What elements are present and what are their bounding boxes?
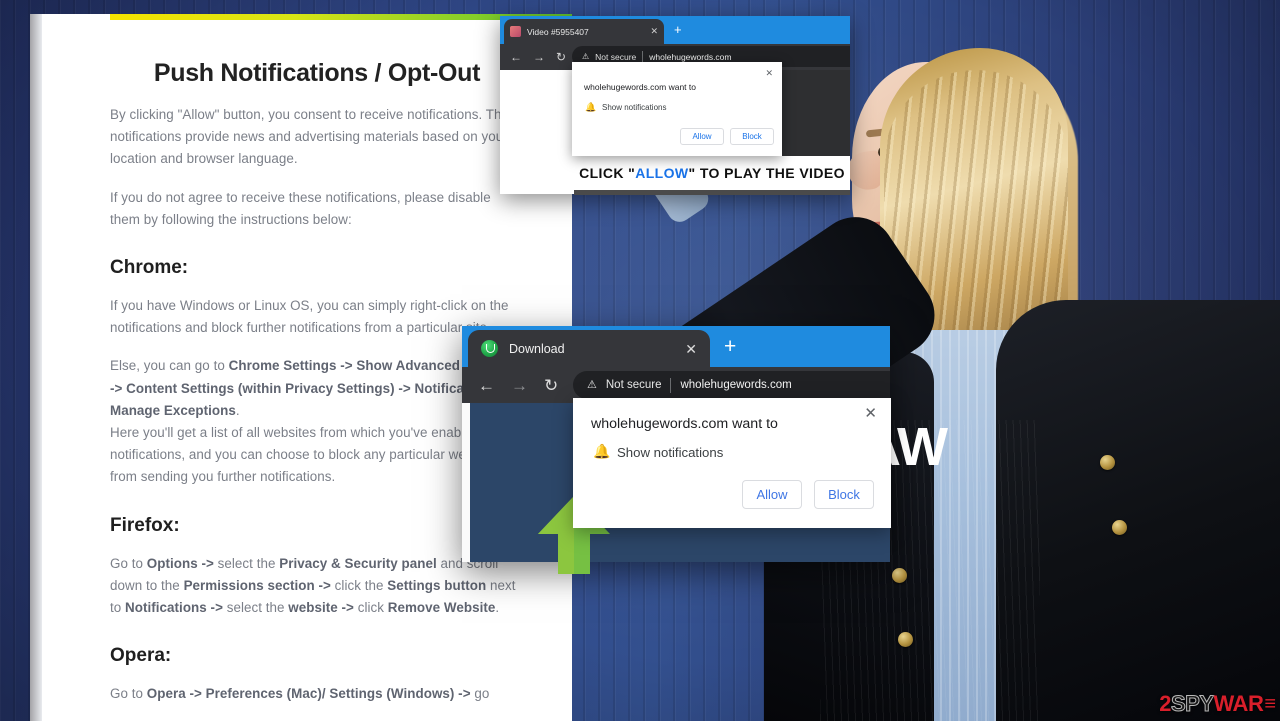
chrome-heading: Chrome:: [110, 257, 189, 279]
address-divider: [642, 51, 644, 62]
new-tab-button[interactable]: +: [724, 336, 736, 357]
jacket-button: [1112, 520, 1127, 535]
jacket-button: [892, 568, 907, 583]
small-browser-tab[interactable]: Video #5955407 ✕: [504, 19, 664, 44]
large-permission-label: Show notifications: [617, 445, 724, 460]
reload-icon[interactable]: ↻: [556, 51, 566, 63]
small-popup-title: wholehugewords.com want to: [584, 82, 696, 92]
large-page-left-strip: [462, 403, 470, 562]
bell-icon: 🔔: [585, 102, 597, 112]
ff-t2: select the: [213, 555, 280, 571]
ff-t8: .: [495, 600, 500, 616]
not-secure-warning-icon: ⚠: [587, 378, 597, 391]
new-tab-button[interactable]: +: [674, 22, 682, 37]
download-favicon-icon: [481, 340, 498, 357]
ff-t4: click the: [330, 577, 388, 593]
op-b1: Opera -> Preferences (Mac)/ Settings (Wi…: [146, 686, 471, 702]
small-tab-title: Video #5955407: [527, 26, 589, 37]
banner-suffix: " TO PLAY THE VIDEO: [688, 165, 845, 181]
not-secure-label: Not secure: [605, 379, 662, 391]
op-t1: Go to: [110, 686, 147, 702]
close-popup-icon[interactable]: ✕: [864, 406, 877, 421]
close-popup-icon[interactable]: ✕: [765, 68, 773, 79]
small-page-left-strip: [500, 70, 574, 194]
ff-t1: Go to: [110, 555, 147, 571]
large-popup-title: wholehugewords.com want to: [591, 416, 778, 432]
forward-icon[interactable]: →: [533, 51, 545, 63]
opera-heading: Opera:: [110, 645, 172, 667]
large-notification-popup: ✕ wholehugewords.com want to 🔔 Show noti…: [573, 398, 891, 528]
small-banner-text: CLICK "ALLOW" TO PLAY THE VIDEO: [579, 165, 845, 181]
screenshot-stage: Push Notifications / Opt-Out By clicking…: [0, 0, 1280, 721]
back-icon[interactable]: ←: [510, 51, 522, 63]
address-divider: [670, 377, 672, 393]
large-tab-title: Download: [509, 341, 565, 356]
ff-t7: click: [353, 600, 388, 616]
large-browser-tab[interactable]: Download ✕: [468, 330, 710, 367]
watermark-spy: SPY: [1170, 691, 1214, 716]
ff-b1: Options ->: [146, 555, 214, 571]
banner-prefix: CLICK ": [579, 165, 636, 181]
large-block-button[interactable]: Block: [814, 480, 874, 509]
firefox-paragraph: Go to Options -> select the Privacy & Se…: [110, 553, 524, 620]
large-address-bar[interactable]: ⚠ Not secure wholehugewords.com: [573, 371, 890, 399]
not-secure-warning-icon: ⚠: [582, 52, 590, 61]
large-url-text: wholehugewords.com: [680, 379, 792, 391]
ff-b2: Privacy & Security panel: [279, 555, 437, 571]
small-video-controls-bar[interactable]: [574, 190, 850, 195]
close-tab-icon[interactable]: ✕: [685, 342, 697, 356]
chrome-p2-suffix: .: [235, 402, 240, 418]
page-title: Push Notifications / Opt-Out: [153, 59, 481, 87]
reload-icon[interactable]: ↻: [544, 377, 558, 394]
watermark-number: 2: [1159, 691, 1171, 716]
op-t2: go: [470, 686, 490, 702]
small-url-text: wholehugewords.com: [649, 51, 732, 62]
ff-b7: Remove Website: [387, 600, 496, 616]
small-notification-popup: ✕ wholehugewords.com want to 🔔 Show noti…: [572, 62, 782, 156]
back-icon[interactable]: ←: [478, 377, 495, 394]
ff-b6: website ->: [288, 600, 354, 616]
watermark-war: WAR: [1213, 691, 1264, 716]
small-browser-window: Video #5955407 ✕ + ← → ↻ ⚠ Not secure wh…: [500, 16, 850, 195]
ff-b3: Permissions section ->: [183, 577, 331, 593]
chrome-p2-prefix: Else, you can go to: [110, 358, 229, 374]
large-allow-button[interactable]: Allow: [742, 480, 802, 509]
jacket-button: [1100, 455, 1115, 470]
small-permission-label: Show notifications: [602, 103, 667, 112]
banner-allow-word: ALLOW: [635, 165, 689, 181]
ff-b4: Settings button: [387, 577, 487, 593]
intro-paragraph-2: If you do not agree to receive these not…: [110, 189, 491, 227]
document-shadow: [30, 14, 42, 721]
watermark-tail-icon: ≡: [1264, 693, 1276, 715]
close-tab-icon[interactable]: ✕: [650, 26, 658, 37]
opera-paragraph: Go to Opera -> Preferences (Mac)/ Settin…: [110, 683, 524, 705]
video-favicon-icon: [510, 26, 521, 37]
intro-paragraph-1: By clicking "Allow" button, you consent …: [110, 107, 510, 167]
jacket-button: [898, 632, 913, 647]
ff-t6: select the: [222, 600, 289, 616]
bell-icon: 🔔: [593, 443, 611, 459]
site-watermark: 2 SPY WAR ≡: [1159, 691, 1276, 716]
not-secure-label: Not secure: [595, 51, 637, 62]
small-allow-button[interactable]: Allow: [680, 128, 724, 145]
small-block-button[interactable]: Block: [730, 128, 774, 145]
forward-icon[interactable]: →: [511, 377, 528, 394]
ff-b5: Notifications ->: [125, 600, 223, 616]
small-click-allow-banner: CLICK "ALLOW" TO PLAY THE VIDEO: [574, 156, 850, 190]
